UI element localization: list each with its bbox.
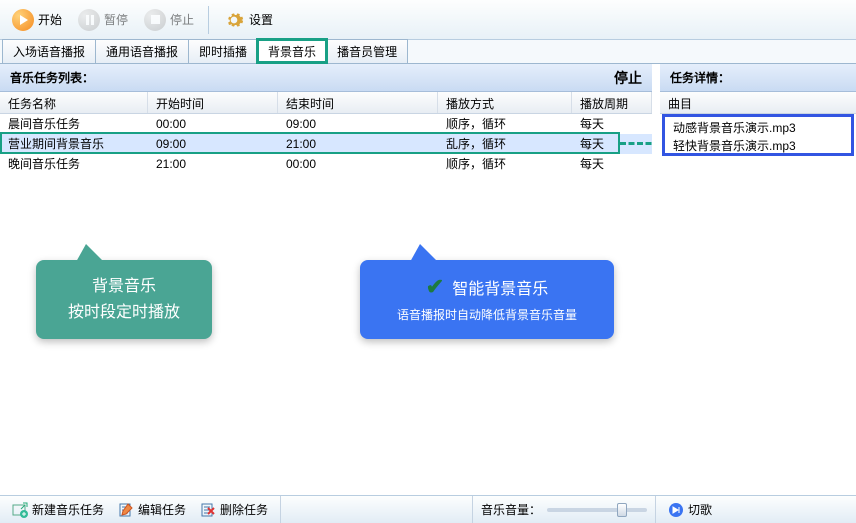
skip-icon xyxy=(668,502,684,518)
tab-announcer[interactable]: 播音员管理 xyxy=(326,39,408,63)
detail-col-header[interactable]: 曲目 xyxy=(660,92,856,114)
skip-button[interactable]: 切歌 xyxy=(664,499,716,520)
table-row[interactable]: 晚间音乐任务 21:00 00:00 顺序，循环 每天 xyxy=(0,154,652,174)
add-icon xyxy=(12,502,28,518)
list-item[interactable]: 动感背景音乐演示.mp3 xyxy=(665,117,851,135)
detail-highlight-box: 动感背景音乐演示.mp3 轻快背景音乐演示.mp3 xyxy=(662,114,854,156)
col-mode[interactable]: 播放方式 xyxy=(438,92,572,113)
cell-cycle: 每天 xyxy=(572,133,652,154)
callout-blue-sub: 语音播报时自动降低背景音乐音量 xyxy=(382,306,592,325)
tab-instant[interactable]: 即时插播 xyxy=(188,39,258,63)
settings-label: 设置 xyxy=(249,11,273,28)
task-list-header: 音乐任务列表： 停止 xyxy=(0,64,652,92)
table-row[interactable]: 晨间音乐任务 00:00 09:00 顺序，循环 每天 xyxy=(0,114,652,134)
play-icon xyxy=(12,9,34,31)
callout-blue: ✔ 智能背景音乐 语音播报时自动降低背景音乐音量 xyxy=(360,260,614,339)
cell-name: 晚间音乐任务 xyxy=(0,153,148,174)
pause-icon xyxy=(78,9,100,31)
edit-icon xyxy=(118,502,134,518)
pause-label: 暂停 xyxy=(104,11,128,28)
cell-end: 21:00 xyxy=(278,135,438,153)
cell-end: 00:00 xyxy=(278,155,438,173)
detail-title: 任务详情： xyxy=(670,69,730,86)
detail-header-bar: 任务详情： xyxy=(660,64,856,92)
main-toolbar: 开始 暂停 停止 设置 xyxy=(0,0,856,40)
stop-icon xyxy=(144,9,166,31)
toolbar-separator xyxy=(208,6,209,34)
callout-green: 背景音乐 按时段定时播放 xyxy=(36,260,212,339)
tab-entry-voice[interactable]: 入场语音播报 xyxy=(2,39,96,63)
new-task-label: 新建音乐任务 xyxy=(32,501,104,518)
table-header: 任务名称 开始时间 结束时间 播放方式 播放周期 xyxy=(0,92,652,114)
start-label: 开始 xyxy=(38,11,62,28)
callout-green-line1: 背景音乐 xyxy=(58,274,190,300)
cell-start: 21:00 xyxy=(148,155,278,173)
col-cycle[interactable]: 播放周期 xyxy=(572,92,652,113)
edit-task-label: 编辑任务 xyxy=(138,501,186,518)
volume-label: 音乐音量： xyxy=(481,501,541,518)
tab-general-voice[interactable]: 通用语音播报 xyxy=(95,39,189,63)
cell-end: 09:00 xyxy=(278,115,438,133)
tab-bar: 入场语音播报 通用语音播报 即时插播 背景音乐 播音员管理 xyxy=(0,40,856,64)
cell-name: 晨间音乐任务 xyxy=(0,113,148,134)
col-end[interactable]: 结束时间 xyxy=(278,92,438,113)
table-row[interactable]: 营业期间背景音乐 09:00 21:00 乱序，循环 每天 xyxy=(0,134,652,154)
slider-thumb[interactable] xyxy=(617,503,627,517)
stop-button[interactable]: 停止 xyxy=(138,7,200,33)
delete-task-button[interactable]: 删除任务 xyxy=(196,499,272,520)
callout-blue-title: 智能背景音乐 xyxy=(452,275,548,299)
delete-task-label: 删除任务 xyxy=(220,501,268,518)
col-start[interactable]: 开始时间 xyxy=(148,92,278,113)
cell-cycle: 每天 xyxy=(572,113,652,134)
bottom-toolbar: 新建音乐任务 编辑任务 删除任务 音乐音量： 切歌 xyxy=(0,495,856,523)
edit-task-button[interactable]: 编辑任务 xyxy=(114,499,190,520)
tab-bgmusic[interactable]: 背景音乐 xyxy=(257,39,327,63)
cell-mode: 乱序，循环 xyxy=(438,133,572,154)
cell-mode: 顺序，循环 xyxy=(438,113,572,134)
cell-mode: 顺序，循环 xyxy=(438,153,572,174)
start-button[interactable]: 开始 xyxy=(6,7,68,33)
play-status: 停止 xyxy=(614,68,642,88)
new-task-button[interactable]: 新建音乐任务 xyxy=(8,499,108,520)
col-name[interactable]: 任务名称 xyxy=(0,92,148,113)
stop-label: 停止 xyxy=(170,11,194,28)
check-icon: ✔ xyxy=(426,274,444,300)
task-list-title: 音乐任务列表： xyxy=(10,69,94,86)
callout-green-line2: 按时段定时播放 xyxy=(58,300,190,326)
cell-start: 00:00 xyxy=(148,115,278,133)
volume-slider[interactable] xyxy=(547,508,647,512)
settings-button[interactable]: 设置 xyxy=(217,7,279,33)
cell-start: 09:00 xyxy=(148,135,278,153)
delete-icon xyxy=(200,502,216,518)
list-item[interactable]: 轻快背景音乐演示.mp3 xyxy=(665,135,851,153)
cell-cycle: 每天 xyxy=(572,153,652,174)
detail-panel: 任务详情： 曲目 动感背景音乐演示.mp3 轻快背景音乐演示.mp3 xyxy=(660,64,856,495)
pause-button[interactable]: 暂停 xyxy=(72,7,134,33)
cell-name: 营业期间背景音乐 xyxy=(0,133,148,154)
detail-list: 曲目 动感背景音乐演示.mp3 轻快背景音乐演示.mp3 xyxy=(660,92,856,495)
skip-label: 切歌 xyxy=(688,501,712,518)
gear-icon xyxy=(223,9,245,31)
